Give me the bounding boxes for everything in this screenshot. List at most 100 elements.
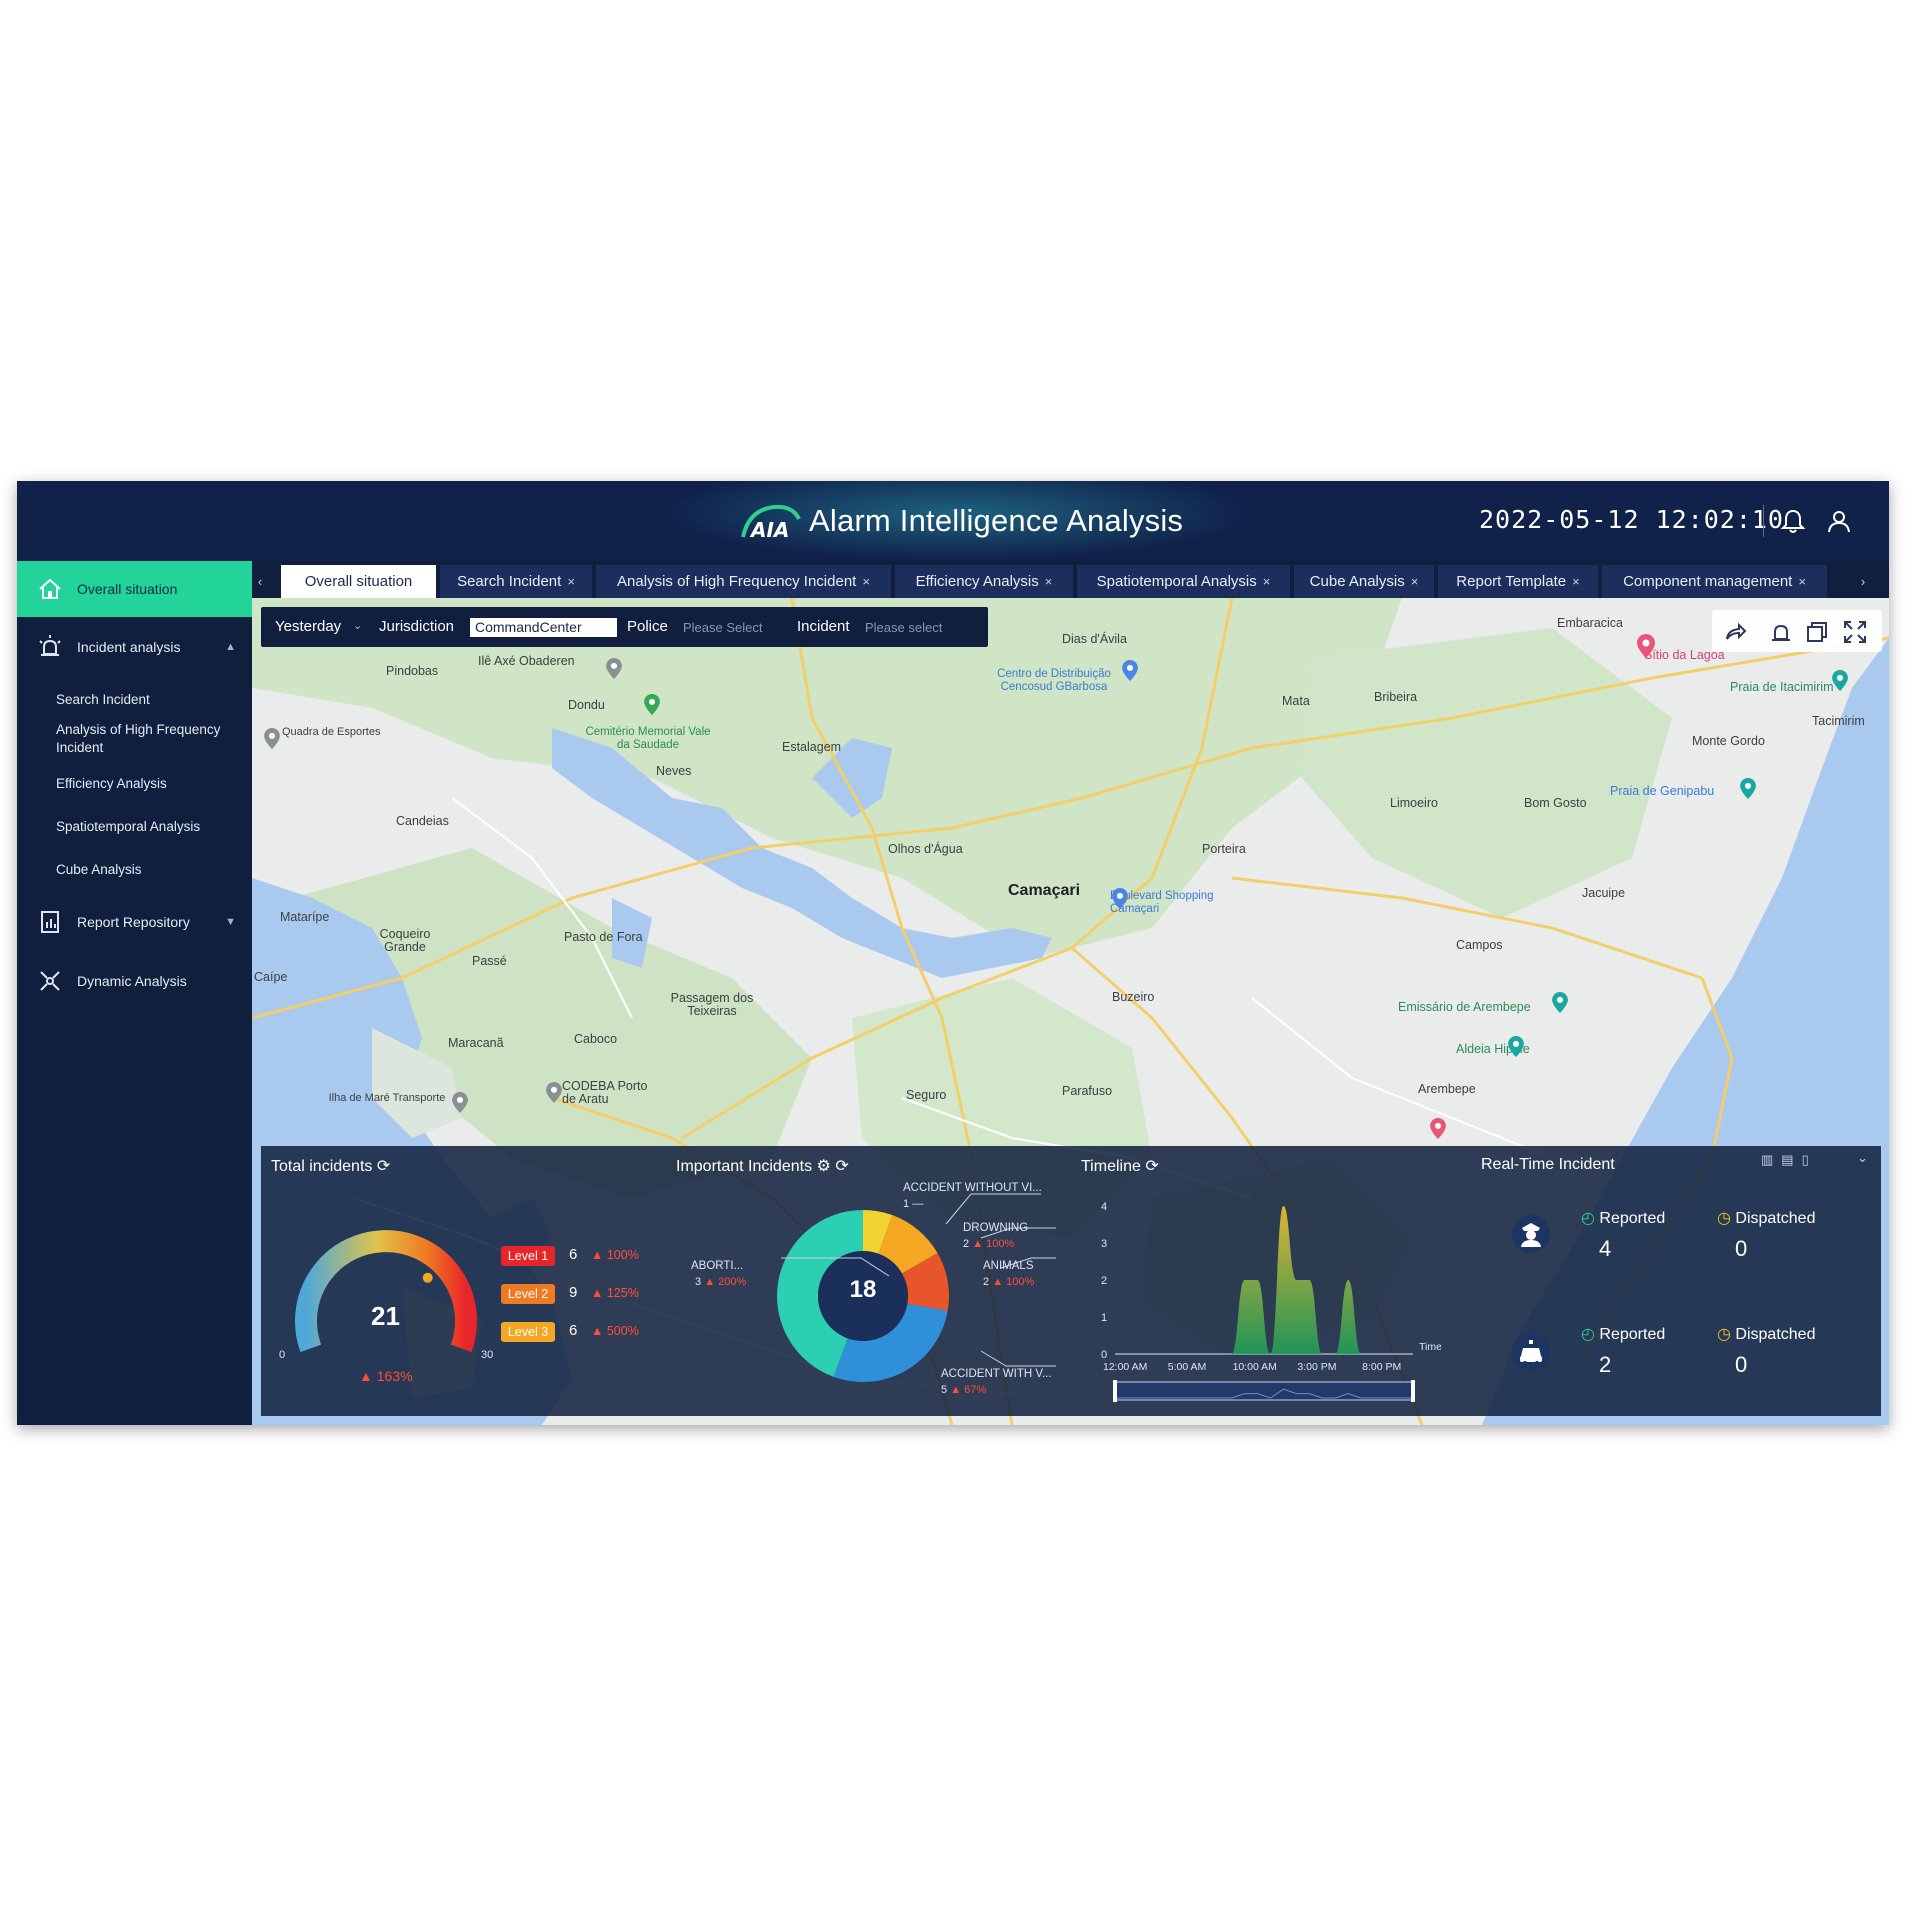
range-handle-left[interactable] [1113, 1380, 1117, 1402]
close-icon[interactable]: × [1411, 574, 1419, 589]
map-pin-icon[interactable] [1832, 670, 1848, 691]
map-pin-icon[interactable] [1430, 1118, 1446, 1139]
bell-icon[interactable] [1779, 507, 1807, 535]
map-pin-icon[interactable] [1112, 888, 1128, 909]
date-range-select[interactable]: Yesterday [275, 618, 341, 635]
tab-search-incident[interactable]: Search Incident × [440, 565, 592, 598]
sidebar-item-label: Report Repository [77, 914, 190, 930]
map-pin-icon[interactable] [1637, 634, 1655, 658]
map-label: Praia de Itacimirim [1730, 680, 1834, 694]
logo-mark-text: AIA [749, 518, 789, 542]
header-separator [1763, 505, 1764, 537]
slice-value: 2 [983, 1276, 990, 1288]
tab-component-management[interactable]: Component management × [1602, 565, 1827, 598]
close-icon[interactable]: × [567, 574, 575, 589]
timeline-range-slider[interactable] [1114, 1381, 1414, 1401]
x-tick-label: 12:00 AM [1103, 1361, 1147, 1373]
timeline-title-text: Timeline [1081, 1158, 1141, 1175]
timeline-area[interactable] [1115, 1206, 1413, 1354]
layers-icon[interactable] [1804, 619, 1830, 645]
chevron-down-icon: ▼ [225, 916, 236, 928]
tab-scroll-right-icon[interactable]: › [1855, 565, 1871, 598]
sidebar-subitem-efficiency[interactable]: Efficiency Analysis [56, 775, 246, 793]
close-icon[interactable]: × [862, 574, 870, 589]
tab-efficiency-analysis[interactable]: Efficiency Analysis × [895, 565, 1073, 598]
tab-label: Report Template [1456, 573, 1567, 590]
sidebar-item-dynamic-analysis[interactable]: Dynamic Analysis [17, 953, 252, 1009]
map-pin-icon[interactable] [546, 1082, 562, 1103]
map-label: Praia de Genipabu [1610, 784, 1715, 798]
sidebar-item-overall-situation[interactable]: Overall situation [17, 561, 252, 617]
header-bar: AIA Alarm Intelligence Analysis 2022-05-… [17, 481, 1889, 561]
level-3-count: 6 [569, 1322, 578, 1339]
dispatched-value-2: 0 [1735, 1352, 1748, 1377]
reported-label-1: ◴ Reported [1581, 1208, 1665, 1228]
tab-high-frequency[interactable]: Analysis of High Frequency Incident × [596, 565, 891, 598]
map-pin-icon[interactable] [452, 1092, 468, 1113]
y-tick-label: 3 [1101, 1238, 1107, 1250]
level-2-change: ▲ 125% [591, 1286, 639, 1300]
reported-value-1: 4 [1599, 1236, 1612, 1261]
sidebar-item-incident-analysis[interactable]: Incident analysis ▲ [17, 619, 252, 675]
tab-cube-analysis[interactable]: Cube Analysis × [1294, 565, 1434, 598]
alarm-light-icon[interactable] [1768, 619, 1794, 645]
total-incidents-gauge [295, 1230, 477, 1353]
slice-change: ▲ 67% [950, 1384, 987, 1396]
map-pin-icon[interactable] [264, 728, 280, 749]
incident-select[interactable]: Please select [865, 620, 942, 635]
sidebar-subitem-spatiotemporal[interactable]: Spatiotemporal Analysis [56, 818, 246, 836]
tab-overall-situation[interactable]: Overall situation [281, 565, 436, 598]
donut-value-accident-with: 5 ▲ 67% [941, 1384, 986, 1396]
refresh-icon[interactable]: ⟳ [1145, 1158, 1158, 1175]
level-2-count: 9 [569, 1284, 578, 1301]
header-datetime: 2022-05-12 12:02:10 [1479, 505, 1784, 534]
close-icon[interactable]: × [1798, 574, 1806, 589]
chevron-down-icon[interactable]: ⌄ [1857, 1150, 1868, 1166]
close-icon[interactable]: × [1263, 574, 1271, 589]
chevron-down-icon[interactable]: ⌄ [353, 619, 362, 632]
panel-layout-icons[interactable]: ▥▤▯ [1761, 1152, 1817, 1168]
tab-scroll-left-icon[interactable]: ‹ [252, 565, 268, 598]
fullscreen-icon[interactable] [1842, 619, 1868, 645]
map-pin-icon[interactable] [644, 694, 660, 715]
close-icon[interactable]: × [1045, 574, 1053, 589]
map-label: Emissário de Arembepe [1398, 1000, 1531, 1014]
app-logo: AIA Alarm Intelligence Analysis [735, 499, 1183, 543]
map-label: Dias d'Ávila [1062, 632, 1127, 646]
map-pin-icon[interactable] [606, 658, 622, 679]
home-icon [35, 574, 65, 604]
gauge-needle-tip [422, 1272, 433, 1283]
police-select[interactable]: Please Select [683, 620, 763, 635]
tab-spatiotemporal[interactable]: Spatiotemporal Analysis × [1077, 565, 1290, 598]
tab-report-template[interactable]: Report Template × [1438, 565, 1598, 598]
map-label: Porteira [1202, 842, 1246, 856]
x-tick-label: 5:00 AM [1168, 1361, 1207, 1373]
tab-bar: ‹ Overall situation Search Incident × Ana… [252, 561, 1889, 598]
check-circle-icon: ◴ [1581, 1326, 1595, 1343]
sidebar-item-label: Overall situation [77, 581, 178, 597]
sidebar-subitem-cube[interactable]: Cube Analysis [56, 861, 246, 879]
donut-label-accident-with: ACCIDENT WITH V... [941, 1368, 1052, 1380]
map-pin-icon[interactable] [1508, 1036, 1524, 1057]
refresh-icon[interactable]: ⟳ [377, 1158, 390, 1175]
user-icon[interactable] [1825, 507, 1853, 535]
map-pin-icon[interactable] [1122, 660, 1138, 681]
close-icon[interactable]: × [1572, 574, 1580, 589]
range-handle-right[interactable] [1411, 1380, 1415, 1402]
map-label: Estalagem [782, 740, 842, 754]
total-incidents-title-text: Total incidents [271, 1158, 373, 1175]
sidebar-item-report-repository[interactable]: Report Repository ▼ [17, 894, 252, 950]
y-tick-label: 0 [1101, 1349, 1107, 1361]
share-icon[interactable] [1722, 619, 1748, 645]
slice-change: — [912, 1198, 924, 1210]
jurisdiction-input[interactable]: CommandCenter [470, 618, 617, 637]
slice-change: ▲ 100% [992, 1276, 1035, 1288]
map-view[interactable]: Pindobas Dias d'Ávila Embaracica Sítio d… [252, 598, 1889, 1425]
map-pin-icon[interactable] [1740, 778, 1756, 799]
map-pin-icon[interactable] [1552, 992, 1568, 1013]
app-title: Alarm Intelligence Analysis [809, 503, 1184, 538]
sidebar-subitem-search-incident[interactable]: Search Incident [56, 691, 246, 709]
map-toolbar [1712, 610, 1882, 652]
sidebar-subitem-high-frequency[interactable]: Analysis of High Frequency Incident [56, 721, 246, 757]
total-incidents-change: ▲ 163% [359, 1368, 413, 1384]
